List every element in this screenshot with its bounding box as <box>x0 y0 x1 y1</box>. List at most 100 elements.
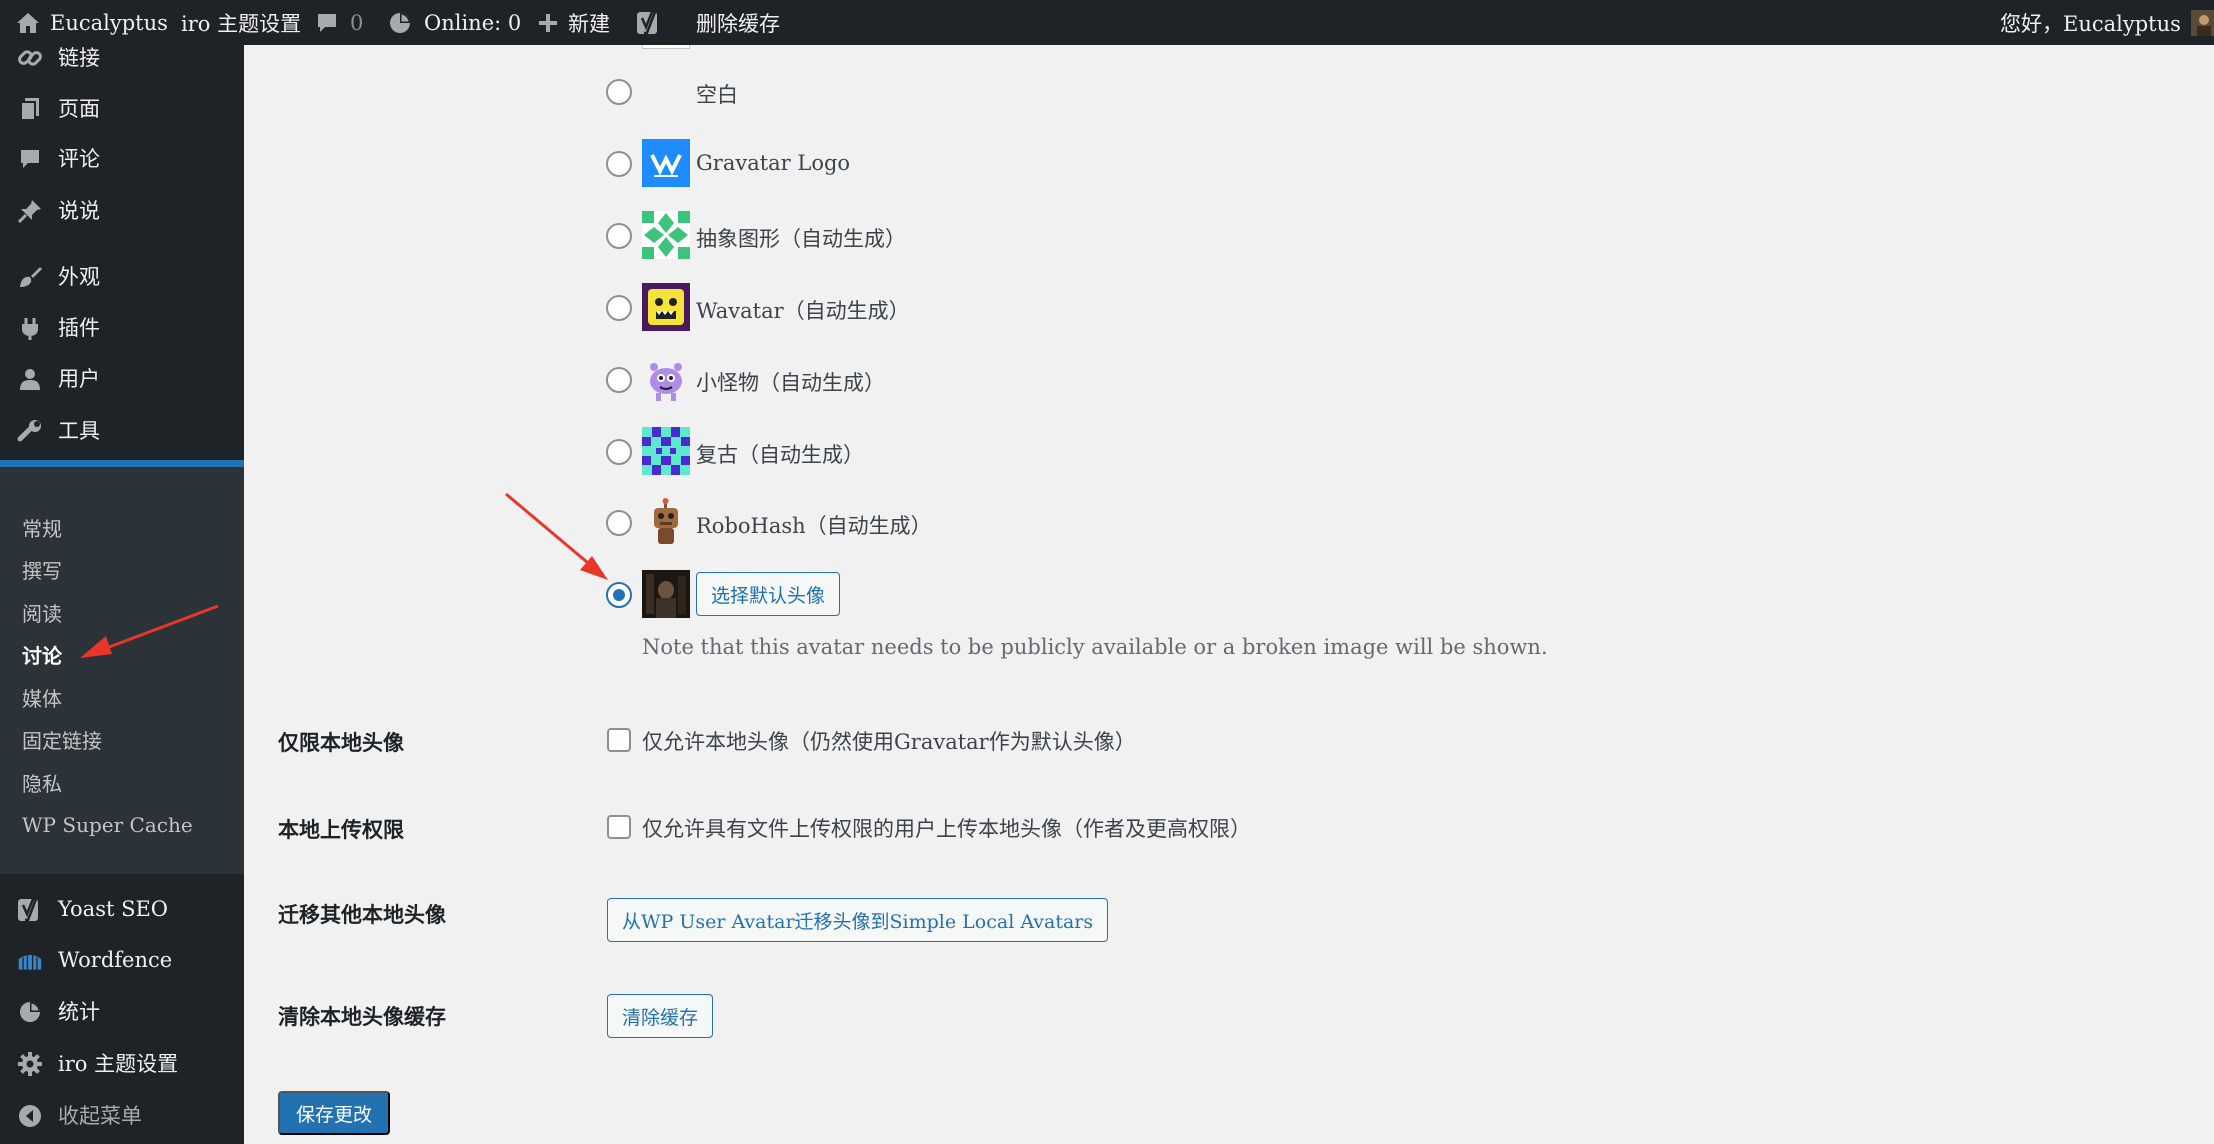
account-menu[interactable]: 您好，Eucalyptus <box>2000 0 2214 45</box>
only-local-checkbox-label: 仅允许本地头像（仍然使用Gravatar作为默认头像） <box>642 730 1136 754</box>
avatar-radio-blank[interactable] <box>606 79 632 105</box>
collapse-menu-label: 收起菜单 <box>58 1104 142 1128</box>
submenu-media[interactable]: 媒体 <box>22 682 62 712</box>
menu-yoast-label: Yoast SEO <box>58 897 169 921</box>
pie-chart-icon <box>388 11 412 35</box>
custom-avatar-note: Note that this avatar needs to be public… <box>642 635 1548 659</box>
wrench-icon <box>17 418 43 444</box>
home-icon <box>16 12 40 34</box>
menu-shuoshuo-label: 说说 <box>58 199 100 223</box>
menu-users-label: 用户 <box>58 367 100 391</box>
comment-bubble-icon <box>17 146 43 172</box>
avatar-label-identicon: 抽象图形（自动生成） <box>696 227 906 251</box>
gear-icon <box>17 1051 43 1077</box>
menu-links-label: 链接 <box>58 46 100 70</box>
migrate-avatars-button[interactable]: 从WP User Avatar迁移头像到Simple Local Avatars <box>607 898 1109 942</box>
identicon-avatar <box>642 211 690 259</box>
upload-permission-checkbox-label: 仅允许具有文件上传权限的用户上传本地头像（作者及更高权限） <box>642 817 1251 841</box>
upload-permission-row-label: 本地上传权限 <box>278 817 404 842</box>
online-stats-link[interactable]: Online: 0 <box>388 0 521 45</box>
menu-appearance[interactable]: 外观 <box>0 252 244 300</box>
submenu-privacy[interactable]: 隐私 <box>22 767 62 797</box>
clear-cache-link[interactable]: 删除缓存 <box>696 0 780 45</box>
choose-default-avatar-button[interactable]: 选择默认头像 <box>696 572 841 616</box>
menu-pages-label: 页面 <box>58 97 100 121</box>
collapse-arrow-icon <box>17 1103 43 1129</box>
clear-cache-label: 删除缓存 <box>696 11 780 36</box>
menu-comments-label: 评论 <box>58 147 100 171</box>
yoast-icon <box>636 9 662 37</box>
plugin-icon <box>17 315 43 341</box>
new-content-link[interactable]: 新建 <box>538 0 610 45</box>
discussion-settings-content: 空白 Gravatar Logo 抽象图形（自动生成） Wavatar（自动生成… <box>244 45 2214 1144</box>
submenu-reading[interactable]: 阅读 <box>22 597 62 627</box>
avatar-radio-monster[interactable] <box>606 367 632 393</box>
wordfence-icon <box>17 948 43 974</box>
menu-comments[interactable]: 评论 <box>0 134 244 182</box>
submenu-general[interactable]: 常规 <box>22 512 62 542</box>
wavatar-avatar <box>642 283 690 331</box>
pages-icon <box>17 96 43 122</box>
menu-appearance-label: 外观 <box>58 265 100 289</box>
menu-iro-settings[interactable]: iro 主题设置 <box>0 1039 244 1087</box>
new-label: 新建 <box>568 11 610 36</box>
menu-wordfence-label: Wordfence <box>58 948 173 972</box>
submenu-wp-super-cache[interactable]: WP Super Cache <box>22 810 193 840</box>
avatar-radio-gravatar[interactable] <box>606 151 632 177</box>
monster-avatar <box>642 355 690 403</box>
avatar-label-retro: 复古（自动生成） <box>696 443 864 467</box>
comments-count: 0 <box>350 10 364 35</box>
avatar-label-monster: 小怪物（自动生成） <box>696 371 885 395</box>
menu-iro-label: iro 主题设置 <box>58 1052 179 1076</box>
collapse-menu-button[interactable]: 收起菜单 <box>0 1091 244 1139</box>
menu-stats-label: 统计 <box>58 1000 100 1024</box>
upload-permission-checkbox[interactable] <box>607 815 631 839</box>
menu-tools-label: 工具 <box>58 419 100 443</box>
menu-plugins[interactable]: 插件 <box>0 303 244 351</box>
avatar-label-gravatar: Gravatar Logo <box>696 151 851 175</box>
avatar-frame-clipped <box>642 45 690 49</box>
yoast-adminbar-link[interactable] <box>636 0 662 45</box>
avatar-label-wavatar: Wavatar（自动生成） <box>696 299 910 323</box>
menu-users[interactable]: 用户 <box>0 354 244 402</box>
yoast-icon <box>17 897 43 923</box>
menu-shuoshuo[interactable]: 说说 <box>0 186 244 234</box>
avatar-label-blank: 空白 <box>696 83 738 107</box>
submenu-permalinks[interactable]: 固定链接 <box>22 724 102 754</box>
avatar-radio-identicon[interactable] <box>606 223 632 249</box>
robohash-avatar <box>642 498 690 546</box>
avatar-radio-custom[interactable] <box>606 582 632 608</box>
custom-default-avatar <box>642 570 690 618</box>
submenu-writing[interactable]: 撰写 <box>22 554 62 584</box>
save-changes-button[interactable]: 保存更改 <box>278 1091 391 1135</box>
clear-avatar-cache-button[interactable]: 清除缓存 <box>607 994 714 1038</box>
menu-wordfence[interactable]: Wordfence <box>0 936 244 984</box>
menu-plugins-label: 插件 <box>58 316 100 340</box>
menu-links[interactable]: 链接 <box>0 33 244 81</box>
menu-pages[interactable]: 页面 <box>0 84 244 132</box>
site-name: Eucalyptus <box>50 10 168 35</box>
admin-sidebar: 链接 页面 评论 说说 外观 插件 用户 工具 常规 撰写 阅读 讨论 媒体 固… <box>0 45 244 1144</box>
paintbrush-icon <box>17 264 43 290</box>
admin-bar: Eucalyptus iro 主题设置 0 Online: 0 新建 删除缓存 … <box>0 0 2214 45</box>
only-local-checkbox[interactable] <box>607 728 631 752</box>
avatar-radio-retro[interactable] <box>606 439 632 465</box>
comments-link[interactable]: 0 <box>316 0 363 45</box>
avatar-radio-robohash[interactable] <box>606 510 632 536</box>
avatar-radio-wavatar[interactable] <box>606 295 632 321</box>
retro-avatar <box>642 427 690 475</box>
pin-icon <box>17 198 43 224</box>
menu-stats[interactable]: 统计 <box>0 987 244 1035</box>
gravatar-logo-avatar <box>642 139 690 187</box>
menu-tools[interactable]: 工具 <box>0 406 244 454</box>
online-count: Online: 0 <box>424 10 522 35</box>
user-icon <box>17 366 43 392</box>
submenu-discussion[interactable]: 讨论 <box>22 639 62 669</box>
comment-bubble-icon <box>316 12 338 34</box>
user-avatar <box>2190 9 2214 36</box>
plus-icon <box>538 13 558 33</box>
avatar-label-robohash: RoboHash（自动生成） <box>696 514 932 538</box>
menu-yoast[interactable]: Yoast SEO <box>0 885 244 933</box>
migrate-row-label: 迁移其他本地头像 <box>278 902 446 927</box>
pie-chart-icon <box>17 999 43 1025</box>
